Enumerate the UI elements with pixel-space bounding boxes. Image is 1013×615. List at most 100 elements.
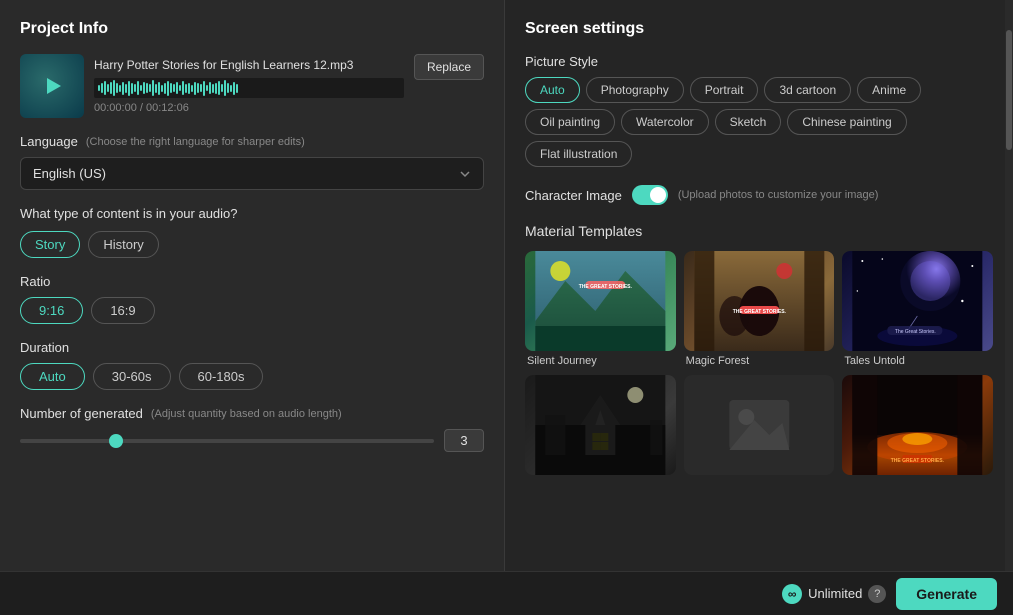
material-magic-forest[interactable]: THE GREAT STORIES. Magic Forest: [684, 251, 835, 367]
thumb-scene-fire: THE GREAT STORIES.: [842, 375, 993, 475]
waveform-bar: [125, 84, 127, 93]
style-watercolor[interactable]: Watercolor: [621, 109, 709, 135]
style-portrait[interactable]: Portrait: [690, 77, 759, 103]
help-icon[interactable]: ?: [868, 585, 886, 603]
material-haunted[interactable]: [525, 375, 676, 479]
svg-text:THE GREAT STORIES.: THE GREAT STORIES.: [732, 309, 786, 315]
waveform-bar: [146, 83, 148, 93]
waveform-bar: [224, 80, 226, 96]
tag-story[interactable]: Story: [20, 231, 80, 258]
generated-label-text: Number of generated: [20, 406, 143, 421]
thumb-scene-magic: THE GREAT STORIES.: [684, 251, 835, 351]
generated-value: 3: [444, 429, 484, 452]
waveform-bar: [212, 84, 214, 93]
waveform-bar: [101, 83, 103, 93]
character-image-hint: (Upload photos to customize your image): [678, 189, 879, 201]
style-flat-illustration[interactable]: Flat illustration: [525, 141, 632, 167]
language-select[interactable]: English (US) Chinese Spanish French: [20, 157, 484, 190]
language-label-row: Language (Choose the right language for …: [20, 134, 484, 149]
waveform-bar: [158, 82, 160, 95]
material-thumb-haunted: [525, 375, 676, 475]
character-image-toggle[interactable]: [632, 185, 668, 205]
waveform-bar: [227, 83, 229, 93]
style-sketch[interactable]: Sketch: [715, 109, 782, 135]
waveform-bar: [188, 83, 190, 94]
waveform-bar: [113, 80, 115, 96]
material-grid: THE GREAT STORIES. Silent Journey: [525, 251, 993, 479]
generated-hint: (Adjust quantity based on audio length): [151, 408, 342, 420]
picture-style-label: Picture Style: [525, 54, 993, 69]
style-oil-painting[interactable]: Oil painting: [525, 109, 615, 135]
waveform-bar: [98, 85, 100, 91]
waveform-bar: [134, 84, 136, 92]
material-name-silent-journey: Silent Journey: [525, 355, 676, 367]
unlimited-label: Unlimited: [808, 586, 862, 601]
replace-button[interactable]: Replace: [414, 54, 484, 80]
thumb-placeholder-icon: [684, 375, 835, 475]
project-info-title: Project Info: [20, 20, 484, 38]
material-tales-untold[interactable]: The Great Stories. Tales Untold: [842, 251, 993, 367]
picture-style-section: Picture Style Auto Photography Portrait …: [525, 54, 993, 167]
audio-info: Harry Potter Stories for English Learner…: [94, 58, 404, 114]
generate-button[interactable]: Generate: [896, 578, 997, 610]
ratio-9-16[interactable]: 9:16: [20, 297, 83, 324]
waveform-bar: [155, 84, 157, 93]
waveform-bar: [110, 82, 112, 94]
waveform-bar: [203, 81, 205, 96]
waveform-bar: [200, 84, 202, 92]
waveform-bar: [104, 81, 106, 95]
duration-label: Duration: [20, 340, 484, 355]
style-anime[interactable]: Anime: [857, 77, 921, 103]
play-icon: [47, 78, 61, 94]
waveform-bar: [209, 82, 211, 94]
total-time: 00:12:06: [146, 102, 189, 114]
duration-30-60[interactable]: 30-60s: [93, 363, 171, 390]
style-chinese-painting[interactable]: Chinese painting: [787, 109, 906, 135]
generated-slider[interactable]: [20, 439, 434, 443]
material-name-magic-forest: Magic Forest: [684, 355, 835, 367]
scrollbar-thumb: [1006, 30, 1012, 150]
waveform-bar: [167, 81, 169, 96]
thumb-bg-haunted: [525, 375, 676, 475]
waveform-bar: [236, 84, 238, 93]
waveform-bar: [122, 82, 124, 95]
waveform-bar: [140, 85, 142, 91]
waveform-bar: [137, 81, 139, 95]
material-fire[interactable]: THE GREAT STORIES.: [842, 375, 993, 479]
audio-thumbnail: [20, 54, 84, 118]
thumb-scene-tales: The Great Stories.: [842, 251, 993, 351]
material-placeholder[interactable]: [684, 375, 835, 479]
duration-auto[interactable]: Auto: [20, 363, 85, 390]
duration-group: Auto 30-60s 60-180s: [20, 363, 484, 390]
generated-label-row: Number of generated (Adjust quantity bas…: [20, 406, 484, 421]
current-time: 00:00:00: [94, 102, 137, 114]
waveform-bar: [116, 83, 118, 93]
thumb-bg-magic-forest: THE GREAT STORIES.: [684, 251, 835, 351]
style-tag-group: Auto Photography Portrait 3d cartoon Ani…: [525, 77, 993, 167]
duration-section: Duration Auto 30-60s 60-180s: [20, 340, 484, 390]
waveform-bar: [170, 83, 172, 93]
thumb-scene-silent: THE GREAT STORIES.: [525, 251, 676, 351]
waveform-bar: [182, 81, 184, 95]
ratio-16-9[interactable]: 16:9: [91, 297, 154, 324]
material-name-tales-untold: Tales Untold: [842, 355, 993, 367]
waveform-bar: [230, 85, 232, 92]
svg-text:THE GREAT STORIES.: THE GREAT STORIES.: [579, 284, 633, 290]
thumb-bg-fire: THE GREAT STORIES.: [842, 375, 993, 475]
style-3d-cartoon[interactable]: 3d cartoon: [764, 77, 851, 103]
duration-60-180[interactable]: 60-180s: [179, 363, 264, 390]
waveform-bar: [218, 81, 220, 95]
style-photography[interactable]: Photography: [586, 77, 684, 103]
material-thumb-magic-forest: THE GREAT STORIES.: [684, 251, 835, 351]
waveform-bar: [206, 85, 208, 91]
waveform-bar: [176, 82, 178, 94]
scrollbar-track[interactable]: [1005, 0, 1013, 571]
unlimited-container: ∞ Unlimited ?: [782, 584, 886, 604]
thumb-scene-haunted: [525, 375, 676, 475]
material-silent-journey[interactable]: THE GREAT STORIES. Silent Journey: [525, 251, 676, 367]
material-thumb-silent-journey: THE GREAT STORIES.: [525, 251, 676, 351]
style-auto[interactable]: Auto: [525, 77, 580, 103]
tag-history[interactable]: History: [88, 231, 158, 258]
ratio-section: Ratio 9:16 16:9: [20, 274, 484, 324]
waveform-bar: [179, 85, 181, 91]
